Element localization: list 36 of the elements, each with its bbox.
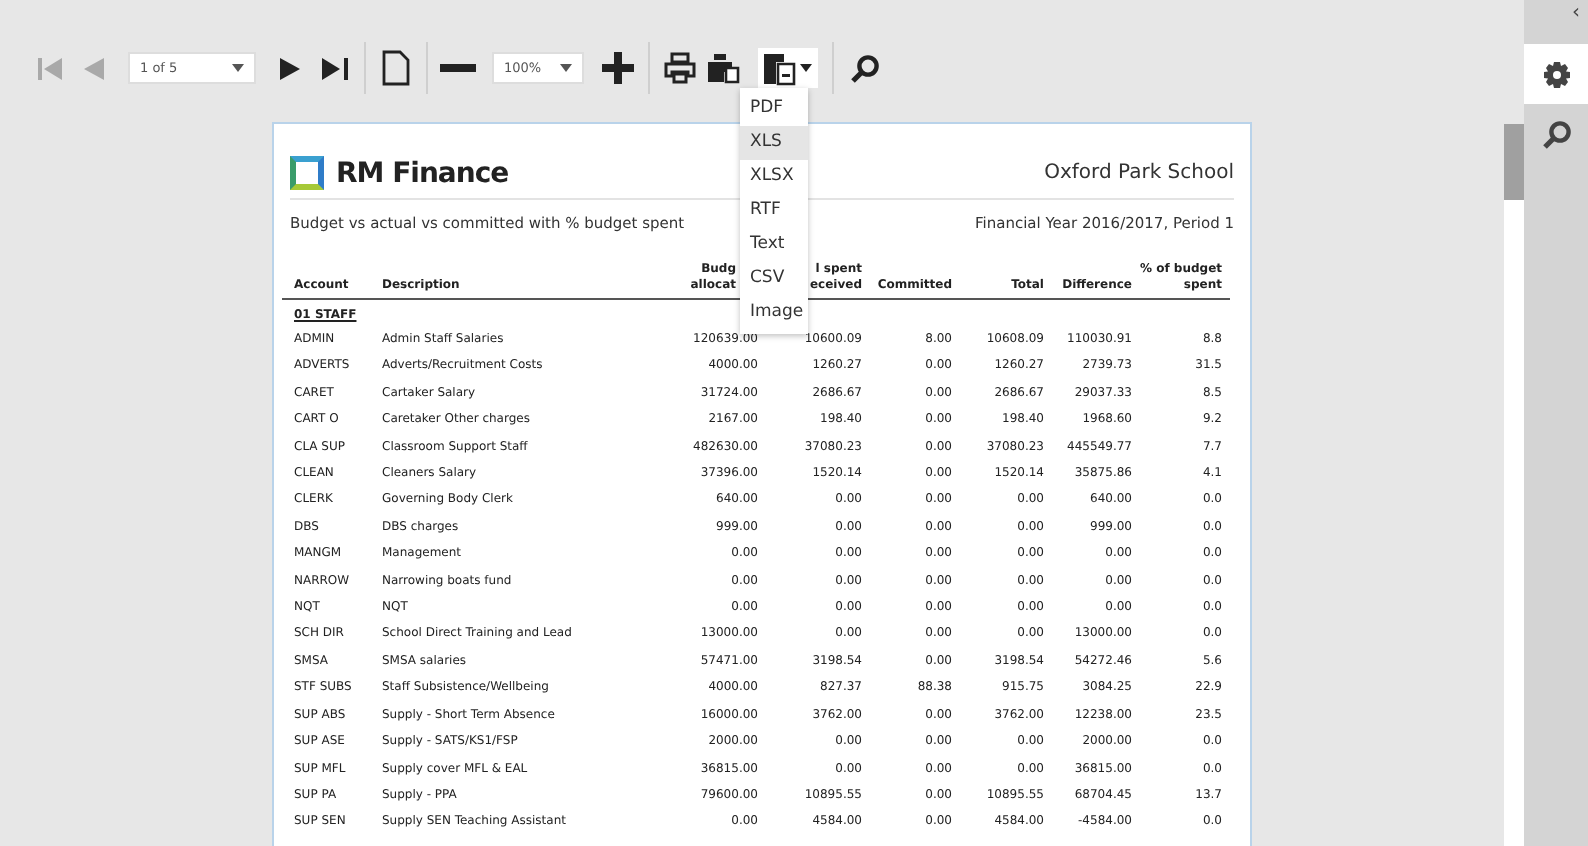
caret-icon <box>800 64 812 72</box>
search-icon <box>849 53 879 83</box>
skip-last-icon <box>321 57 347 79</box>
menu-item[interactable]: PDF <box>740 92 808 126</box>
menu-item[interactable]: Text <box>740 228 808 262</box>
print-layout-icon <box>708 52 740 84</box>
play-icon <box>280 57 300 79</box>
search-icon <box>1541 119 1571 149</box>
skip-last-button[interactable] <box>316 53 352 83</box>
settings-icon <box>1543 61 1569 87</box>
menu-item[interactable]: CSV <box>740 262 808 296</box>
print-layout-button[interactable] <box>706 48 742 88</box>
brand-name: RM Finance <box>336 157 509 189</box>
scrollbar-thumb[interactable] <box>1504 124 1524 200</box>
caret-icon <box>232 64 244 72</box>
printer-button[interactable] <box>662 48 698 88</box>
side-tab[interactable] <box>1524 44 1588 104</box>
menu-item[interactable]: Image <box>740 296 808 330</box>
printer-icon <box>664 52 696 84</box>
previous-icon <box>84 57 104 79</box>
plus-icon <box>602 52 634 84</box>
export-button[interactable] <box>758 48 818 88</box>
page-button[interactable] <box>378 46 414 90</box>
menu-item[interactable]: XLSX <box>740 160 808 194</box>
caret-icon <box>560 64 572 72</box>
menu-item[interactable]: XLS <box>740 126 808 160</box>
menu-item[interactable]: RTF <box>740 194 808 228</box>
search-button[interactable] <box>846 49 882 87</box>
plus-button[interactable] <box>600 48 636 88</box>
logo-icon <box>290 156 324 190</box>
collapse-button[interactable]: ‹ <box>1524 0 1588 44</box>
minus-icon <box>440 64 476 72</box>
page-icon <box>382 50 410 86</box>
school-name: Oxford Park School <box>1044 162 1234 184</box>
minus-button[interactable] <box>440 60 476 76</box>
skip-first-icon <box>37 57 63 79</box>
